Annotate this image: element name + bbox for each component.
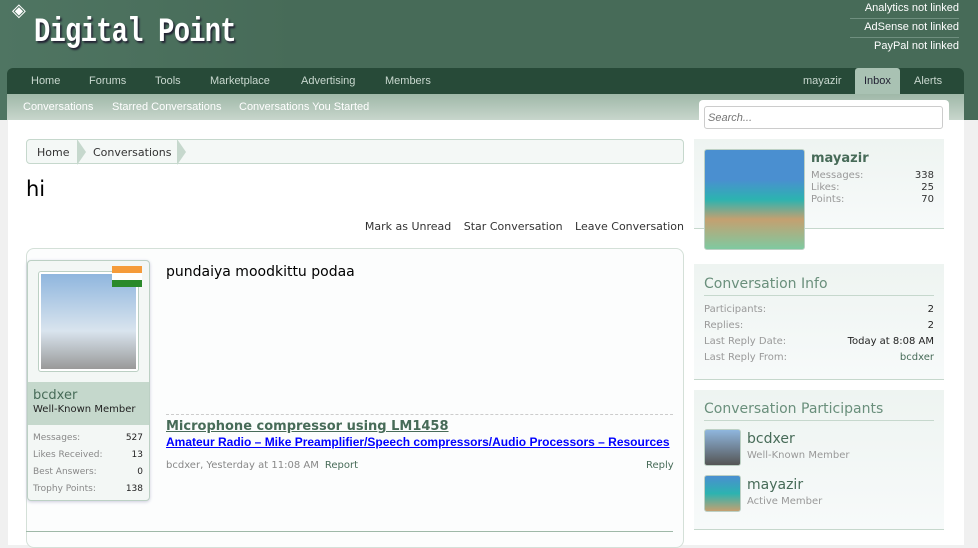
info-label: Replies: [704, 320, 744, 331]
nav-inbox[interactable]: Inbox [855, 68, 900, 95]
logo[interactable]: Digital Point [34, 14, 237, 52]
info-value[interactable]: bcdxer [900, 350, 934, 366]
stat-label: Best Answers: [33, 467, 97, 477]
stat-value: 25 [921, 182, 934, 193]
stat-label: Trophy Points: [33, 484, 96, 494]
visitor-stat: Messages: 338 [811, 170, 934, 182]
nav-tools[interactable]: Tools [155, 68, 181, 94]
visitor-panel: mayazir Messages: 338 Likes: 25 Points: 70 [694, 139, 944, 250]
info-label: Last Reply Date: [704, 336, 787, 347]
breadcrumb: Home Conversations [26, 139, 684, 165]
stat-label: Likes: [811, 182, 840, 193]
stat-value: 138 [125, 484, 143, 494]
message-date[interactable]: bcdxer, Yesterday at 11:08 AM [166, 460, 319, 471]
participants-panel: Conversation Participants bcdxer Well-Kn… [694, 390, 944, 530]
stat-likes: Likes Received: 13 [33, 450, 143, 460]
info-row: Participants: 2 [704, 302, 934, 318]
visitor-avatar[interactable] [704, 149, 805, 250]
stat-value: 338 [914, 170, 934, 181]
section-heading: Conversation Info [704, 276, 934, 296]
page-title: hi [26, 177, 46, 201]
adsense-link[interactable]: AdSense not linked [850, 19, 959, 38]
info-value: 2 [927, 304, 934, 315]
info-row: Replies: 2 [704, 318, 934, 334]
breadcrumb-home[interactable]: Home [37, 146, 69, 159]
account-links: Analytics not linked AdSense not linked … [850, 0, 959, 57]
paypal-link[interactable]: PayPal not linked [850, 38, 959, 57]
participant-name[interactable]: bcdxer [747, 431, 795, 447]
info-row: Last Reply From: bcdxer [704, 350, 934, 366]
info-value: 2 [927, 320, 934, 331]
info-label: Participants: [704, 304, 767, 315]
message-body: pundaiya moodkittu podaa [166, 264, 355, 280]
stat-label: Points: [811, 194, 845, 205]
leave-conversation-link[interactable]: Leave Conversation [575, 220, 684, 233]
stat-label: Likes Received: [33, 450, 103, 460]
signature-link[interactable]: Amateur Radio – Mike Preamplifier/Speech… [166, 435, 673, 449]
info-value: Today at 8:08 AM [847, 336, 934, 347]
stat-value: 527 [125, 433, 143, 443]
breadcrumb-conversations[interactable]: Conversations [93, 146, 171, 159]
divider [26, 531, 673, 532]
nav-members[interactable]: Members [385, 68, 431, 94]
analytics-link[interactable]: Analytics not linked [850, 0, 959, 19]
participant-title: Active Member [747, 496, 823, 507]
conversation-actions: Mark as Unread Star Conversation Leave C… [356, 220, 684, 233]
message-meta: bcdxer, Yesterday at 11:08 AM Report [166, 460, 358, 471]
stat-best-answers: Best Answers: 0 [33, 467, 143, 477]
visitor-stat: Points: 70 [811, 194, 934, 206]
report-link[interactable]: Report [325, 460, 358, 471]
participant-item[interactable]: mayazir Active Member [704, 475, 934, 521]
chevron-right-icon [77, 139, 86, 165]
info-label: Last Reply From: [704, 352, 788, 363]
subnav-conversations[interactable]: Conversations [23, 101, 93, 113]
visitor-name[interactable]: mayazir [811, 151, 869, 166]
stat-value: 70 [921, 194, 934, 205]
india-flag-icon [112, 266, 142, 287]
user-title: Well-Known Member [33, 404, 136, 415]
search-bar [699, 100, 949, 134]
main-nav: Home Forums Tools Marketplace Advertisin… [7, 68, 964, 95]
mark-unread-link[interactable]: Mark as Unread [365, 220, 451, 233]
nav-advertising[interactable]: Advertising [301, 68, 355, 94]
nav-marketplace[interactable]: Marketplace [210, 68, 270, 94]
conversation-info-panel: Conversation Info Participants: 2 Replies… [694, 264, 944, 380]
stat-value: 13 [131, 450, 143, 460]
subnav-started[interactable]: Conversations You Started [239, 101, 369, 113]
nav-alerts[interactable]: Alerts [914, 68, 942, 94]
message-author[interactable]: bcdxer [33, 388, 144, 403]
participant-item[interactable]: bcdxer Well-Known Member [704, 429, 934, 475]
participant-name[interactable]: mayazir [747, 477, 803, 493]
stat-value: 0 [137, 467, 143, 477]
chevron-right-icon [177, 139, 186, 165]
section-heading: Conversation Participants [704, 401, 934, 421]
nav-home[interactable]: Home [31, 68, 60, 94]
message-user-info: bcdxer Well-Known Member Messages: 527 Li… [27, 260, 150, 501]
signature-title-link[interactable]: Microphone compressor using LM1458 [166, 419, 673, 434]
participant-avatar[interactable] [704, 475, 741, 512]
star-conversation-link[interactable]: Star Conversation [464, 220, 563, 233]
participant-avatar[interactable] [704, 429, 741, 466]
search-input[interactable] [704, 106, 943, 129]
reply-link[interactable]: Reply [646, 460, 674, 471]
stat-label: Messages: [811, 170, 864, 181]
visitor-stat: Likes: 25 [811, 182, 934, 194]
nav-user[interactable]: mayazir [803, 68, 842, 94]
signature: Microphone compressor using LM1458 Amate… [166, 414, 673, 449]
stat-label: Messages: [33, 433, 81, 443]
nav-forums[interactable]: Forums [89, 68, 126, 94]
participant-title: Well-Known Member [747, 450, 850, 461]
logo-icon: ◈ [12, 0, 26, 21]
subnav-starred[interactable]: Starred Conversations [112, 101, 221, 113]
info-row: Last Reply Date: Today at 8:08 AM [704, 334, 934, 350]
stat-trophy: Trophy Points: 138 [33, 484, 143, 494]
stat-messages: Messages: 527 [33, 433, 143, 443]
